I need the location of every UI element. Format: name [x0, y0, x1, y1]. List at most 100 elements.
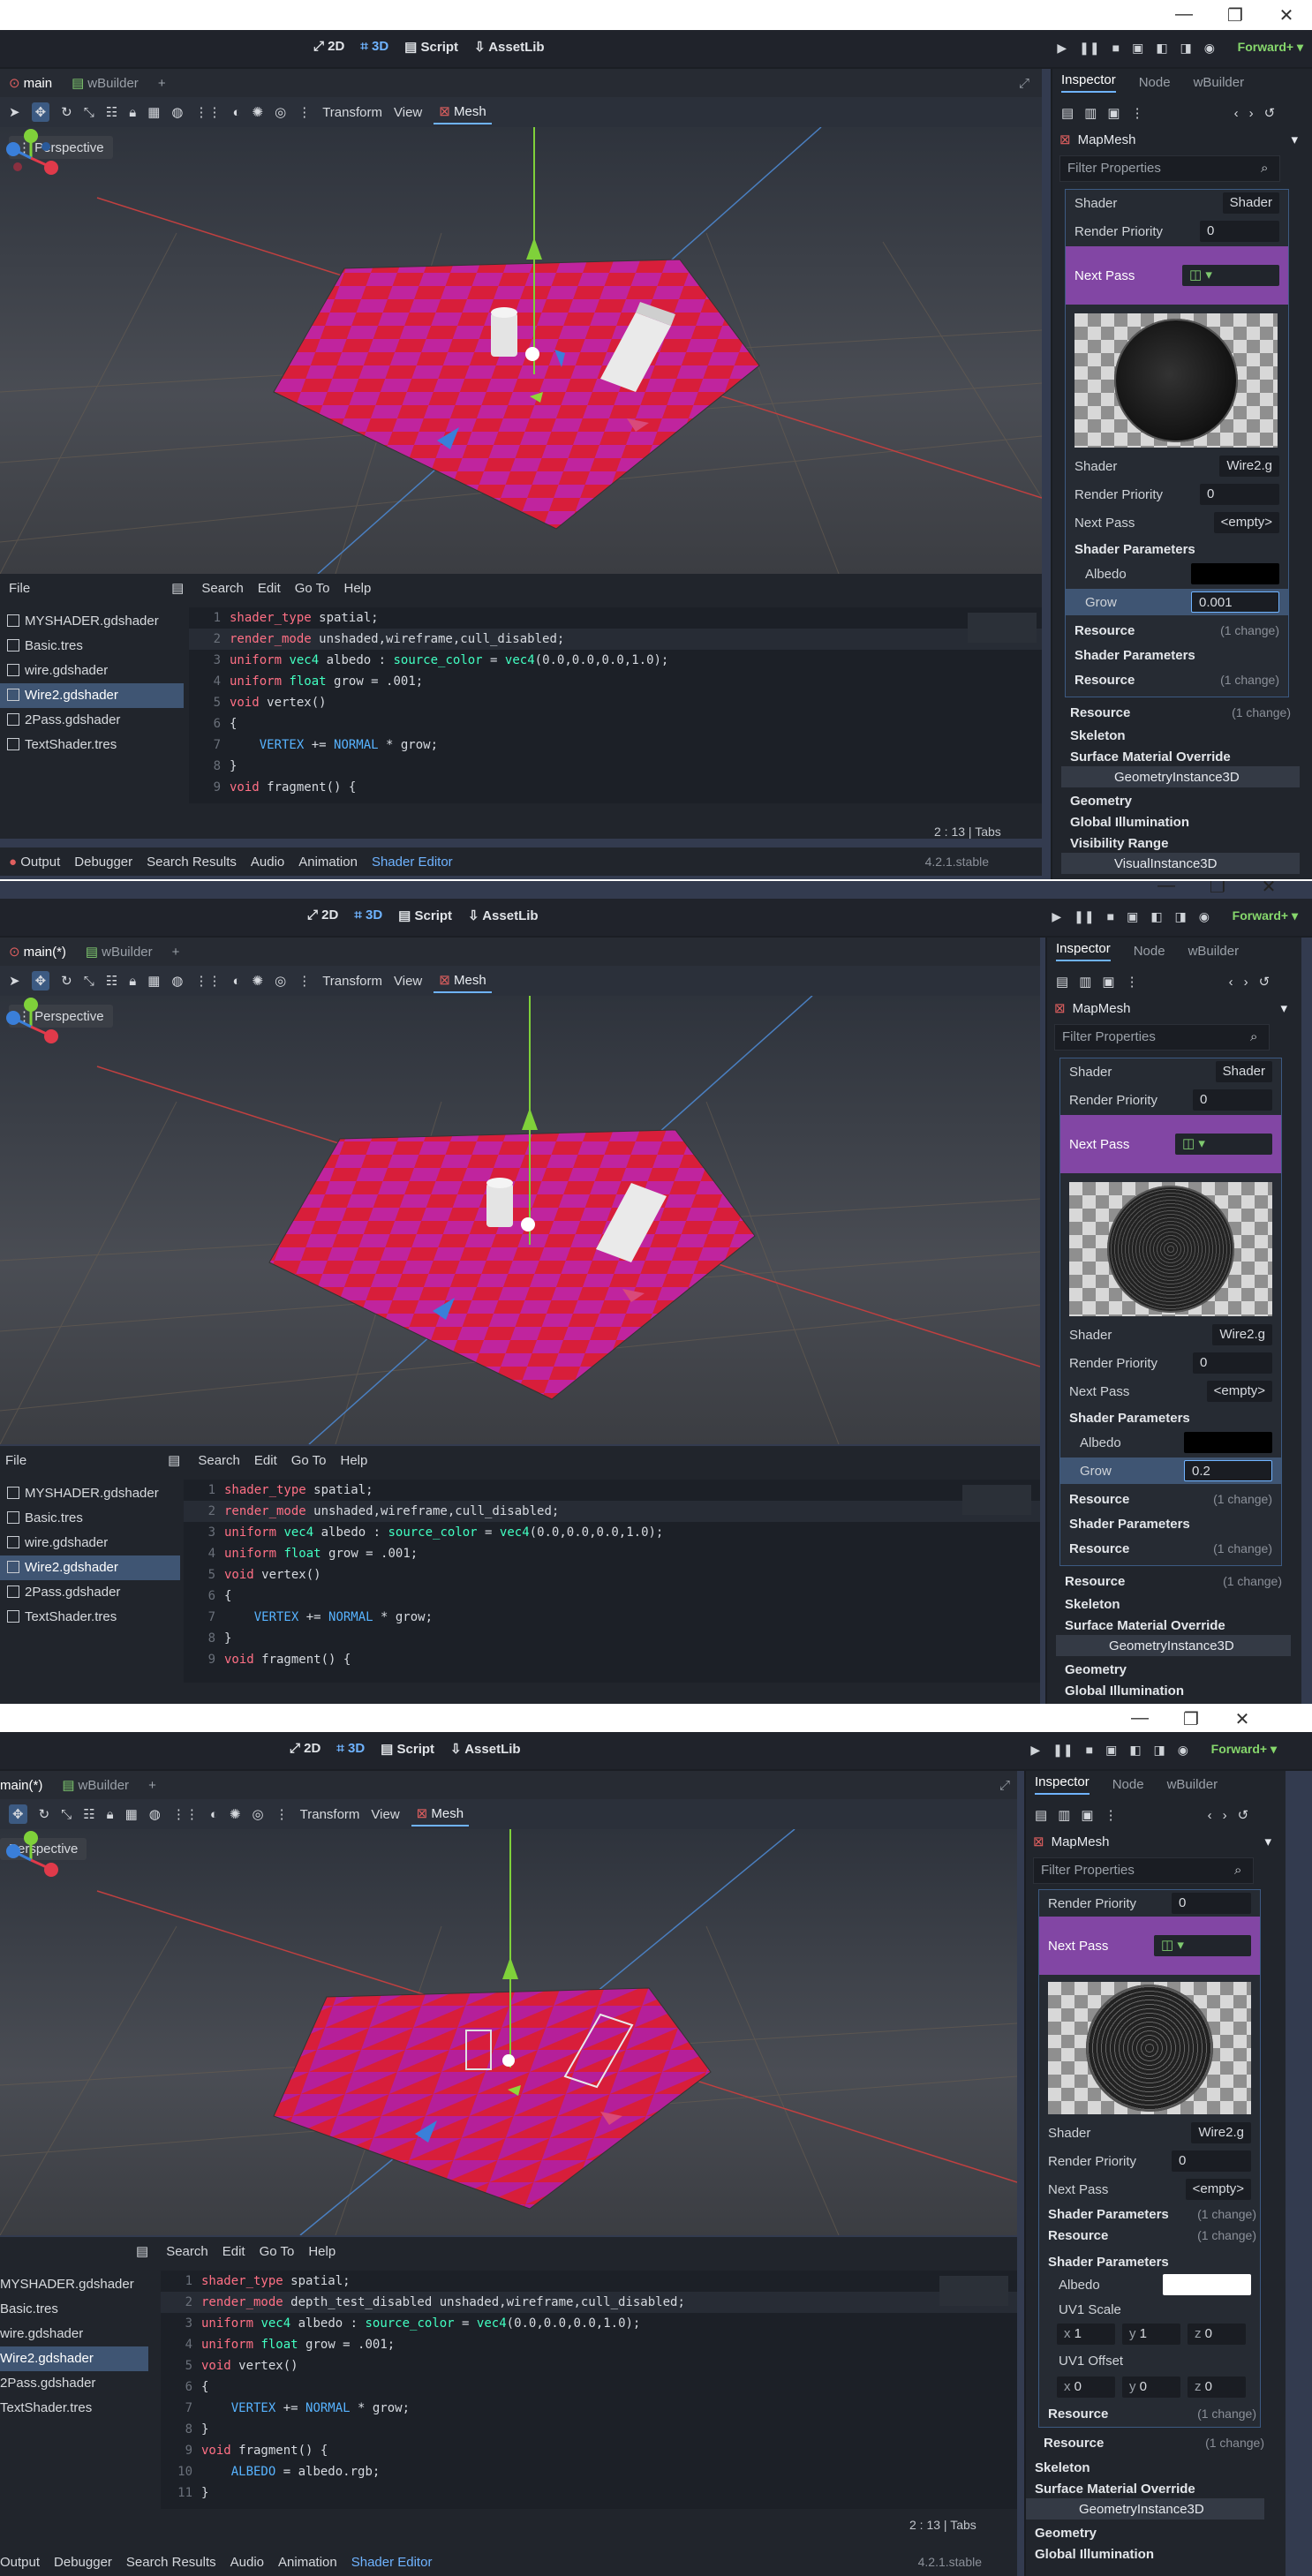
edit-menu[interactable]: Edit [222, 2244, 245, 2259]
tab-wbuilder-dock[interactable]: wBuilder [1194, 75, 1245, 90]
code-line[interactable]: 6{ [161, 2376, 1017, 2398]
view-menu[interactable]: View [371, 1807, 399, 1822]
code-editor[interactable]: 1 shader_type spatial; 2 render_mode depth_… [161, 2271, 1017, 2509]
camera-icon[interactable]: ◐ [232, 974, 240, 989]
code-line[interactable]: 5 void vertex() [184, 1564, 1040, 1586]
local-space-icon[interactable]: ◍ [171, 973, 183, 989]
output-tab[interactable]: ● Output [9, 855, 60, 870]
environment-icon[interactable]: ◎ [275, 973, 286, 989]
orientation-gizmo[interactable] [0, 127, 62, 189]
sun-icon[interactable]: ✺ [253, 973, 264, 989]
shader-params-section[interactable]: Shader Parameters [1060, 1405, 1281, 1431]
history-icon[interactable]: ↺ [1238, 1807, 1249, 1823]
next-pass-empty[interactable]: <empty> [1213, 512, 1279, 533]
code-line[interactable]: 8} [184, 1628, 1040, 1649]
render-priority-spin[interactable]: 0 [1200, 484, 1279, 505]
view-menu[interactable]: View [394, 974, 422, 989]
snap-icon[interactable]: ⋮⋮ [194, 973, 221, 989]
play-scene-icon[interactable]: ◧ [1156, 41, 1167, 56]
object-selector[interactable]: ⊠ MapMesh ▾ [1059, 127, 1298, 152]
code-line[interactable]: 11} [161, 2482, 1017, 2504]
rotate-tool-icon[interactable]: ↻ [61, 104, 72, 120]
render-priority-spin[interactable]: 0 [1200, 221, 1279, 242]
list-item[interactable]: wire.gdshader [0, 2322, 148, 2346]
shader-editor-tab[interactable]: Shader Editor [372, 855, 453, 870]
more-icon[interactable]: ⋮ [275, 1806, 289, 1822]
2d-button[interactable]: ⤢ 2D [290, 1741, 320, 1757]
code-line[interactable]: 2 render_mode unshaded,wireframe,cull_dis… [189, 629, 1042, 650]
animation-tab[interactable]: Animation [298, 855, 358, 870]
more-icon[interactable]: ⋮ [298, 104, 311, 120]
group-icon[interactable]: ▦ [147, 104, 160, 120]
grow-input[interactable]: 0.001 [1191, 591, 1279, 613]
add-tab-icon[interactable]: + [148, 1778, 156, 1793]
search-menu[interactable]: Search [198, 1453, 240, 1468]
code-line[interactable]: 9 void fragment() { [189, 777, 1042, 798]
code-editor[interactable]: 1 shader_type spatial; 2 render_mode unshad… [189, 607, 1042, 803]
environment-icon[interactable]: ◎ [275, 104, 286, 120]
help-menu[interactable]: Help [341, 1453, 368, 1468]
code-minimap[interactable] [962, 1485, 1031, 1515]
albedo-color[interactable] [1163, 2274, 1251, 2295]
play-icon[interactable]: ▶ [1057, 41, 1067, 56]
list-item[interactable]: wire.gdshader [0, 1531, 180, 1555]
history-forward-icon[interactable]: › [1244, 975, 1248, 990]
uv1-scale-y[interactable]: y 1 [1122, 2324, 1180, 2345]
history-back-icon[interactable]: ‹ [1208, 1808, 1212, 1823]
shader-params-section[interactable]: Shader Parameters [1066, 536, 1288, 562]
rotate-tool-icon[interactable]: ↻ [61, 973, 72, 989]
code-line[interactable]: 1 shader_type spatial; [189, 607, 1042, 629]
resource-row[interactable]: Resource (1 change) [1039, 2400, 1260, 2427]
list-item[interactable]: Basic.tres [0, 1506, 180, 1531]
uv1-offset-x[interactable]: x 0 [1057, 2376, 1115, 2398]
assetlib-button[interactable]: ⇩ AssetLib [468, 908, 539, 923]
render-priority-spin[interactable]: 0 [1172, 1893, 1251, 1914]
list-item[interactable]: TextShader.tres [0, 1605, 180, 1630]
assetlib-button[interactable]: ⇩ AssetLib [450, 1741, 521, 1757]
prop-next-pass[interactable]: Next Pass ◫ ▾ [1066, 246, 1288, 305]
render-priority-spin[interactable]: 0 [1193, 1352, 1272, 1374]
local-space-icon[interactable]: ◍ [149, 1806, 161, 1822]
tab-node[interactable]: Node [1139, 75, 1171, 90]
stop-icon[interactable]: ■ [1107, 909, 1114, 924]
code-line[interactable]: 6{ [189, 713, 1042, 734]
resource-row[interactable]: Resource (1 change) [1060, 1486, 1281, 1512]
add-tab-icon[interactable]: + [172, 945, 180, 960]
list-item[interactable]: 2Pass.gdshader [0, 1580, 180, 1605]
remote-icon[interactable]: ▣ [1105, 1743, 1117, 1758]
stop-icon[interactable]: ■ [1086, 1743, 1093, 1758]
list-item[interactable]: MYSHADER.gdshader [0, 609, 184, 634]
scale-tool-icon[interactable]: ⤡ [61, 1807, 72, 1822]
next-pass-empty[interactable]: <empty> [1185, 2179, 1251, 2200]
prop-next-pass[interactable]: Next Pass ◫ ▾ [1039, 1917, 1260, 1975]
rotate-tool-icon[interactable]: ↻ [39, 1806, 50, 1822]
3d-button[interactable]: ⌗ 3D [336, 1741, 365, 1757]
2d-button[interactable]: ⤢ 2D [313, 39, 344, 55]
orientation-gizmo[interactable] [0, 996, 62, 1058]
code-line[interactable]: 7 VERTEX += NORMAL * grow; [161, 2398, 1017, 2419]
history-back-icon[interactable]: ‹ [1234, 106, 1239, 121]
remote-icon[interactable]: ▣ [1132, 41, 1143, 56]
search-results-tab[interactable]: Search Results [126, 2555, 216, 2570]
albedo-color[interactable] [1191, 563, 1279, 584]
code-line[interactable]: 9 void fragment() { [161, 2440, 1017, 2461]
play-custom-icon[interactable]: ◨ [1154, 1743, 1165, 1758]
renderer-select[interactable]: Forward+ ▾ [1233, 908, 1298, 923]
inner-shader-value[interactable]: Wire2.g [1191, 2122, 1251, 2143]
orientation-gizmo[interactable] [0, 1829, 62, 1891]
resource-row[interactable]: Resource (1 change) [1060, 1535, 1281, 1562]
audio-tab[interactable]: Audio [230, 2555, 264, 2570]
open-icon[interactable]: ▥ [1084, 105, 1097, 121]
renderer-select[interactable]: Forward+ ▾ [1211, 1742, 1277, 1757]
list-tool-icon[interactable]: ☷ [83, 1806, 94, 1822]
list-item[interactable]: Wire2.gdshader [0, 683, 184, 708]
save-icon[interactable]: ▣ [1102, 974, 1114, 990]
code-line[interactable]: 8} [189, 756, 1042, 777]
environment-icon[interactable]: ◎ [253, 1806, 264, 1822]
search-results-tab[interactable]: Search Results [147, 855, 237, 870]
mesh-menu[interactable]: ⊠ Mesh [434, 968, 492, 993]
sun-icon[interactable]: ✺ [253, 104, 264, 120]
transform-menu[interactable]: Transform [322, 105, 382, 120]
scale-tool-icon[interactable]: ⤡ [84, 974, 94, 989]
minimize-button[interactable]: — [1171, 4, 1197, 25]
